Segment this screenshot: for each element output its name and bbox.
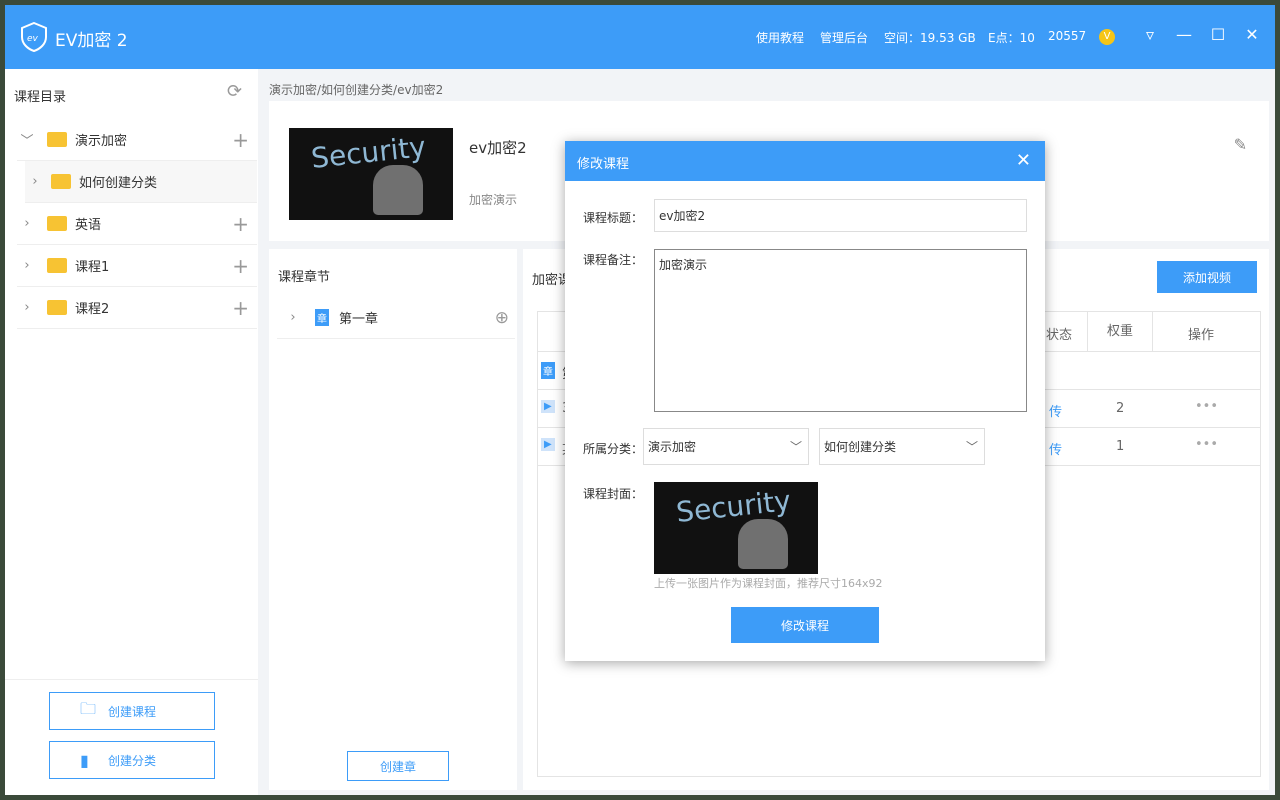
category-select-parent[interactable]: 演示加密 ﹀ <box>643 428 809 465</box>
folder-icon <box>47 216 67 231</box>
category-select-child[interactable]: 如何创建分类 ﹀ <box>819 428 985 465</box>
minimize-icon[interactable]: — <box>1174 25 1194 44</box>
chapter-badge: 章 <box>315 309 329 326</box>
chevron-right-icon[interactable]: › <box>283 310 303 325</box>
app-title: EV加密 2 <box>55 31 128 51</box>
refresh-icon[interactable]: ⟳ <box>227 81 242 102</box>
close-icon[interactable]: ✕ <box>1016 150 1031 171</box>
title-label: 课程标题： <box>583 211 644 225</box>
course-note: 加密演示 <box>469 193 518 207</box>
folder-icon <box>47 300 67 315</box>
chapters-panel: 课程章节 › 章 第一章 ⊕ 创建章 <box>269 249 517 790</box>
title-bar: ev EV加密 2 使用教程 管理后台 空间：19.53 GB E点：10 20… <box>5 5 1275 69</box>
submit-edit-course-button[interactable]: 修改课程 <box>731 607 879 643</box>
chapters-title: 课程章节 <box>278 270 331 285</box>
book-icon: ▮ <box>80 750 89 770</box>
cover-upload-image[interactable]: Security <box>654 482 818 574</box>
button-label: 创建课程 <box>107 704 156 719</box>
tree-label: 课程1 <box>75 260 110 275</box>
dropdown-menu-icon[interactable]: ▿ <box>1140 25 1160 44</box>
add-icon[interactable]: + <box>232 128 249 152</box>
chevron-down-icon: ﹀ <box>965 440 978 454</box>
folder-outline-icon: 🗀 <box>80 698 97 718</box>
select-value: 如何创建分类 <box>824 440 897 454</box>
folder-icon <box>47 258 67 273</box>
chapter-item[interactable]: › 章 第一章 ⊕ <box>277 297 515 339</box>
course-title: ev加密2 <box>469 139 527 157</box>
course-title-input[interactable]: ev加密2 <box>654 199 1027 232</box>
space-info: 空间：19.53 GB <box>884 31 976 45</box>
sidebar: 课程目录 ⟳ ﹀ 演示加密 + › 如何创建分类 › 英语 + › 课程1 + › 课程2 + 🗀… <box>5 69 258 795</box>
svg-text:ev: ev <box>27 34 39 44</box>
tree-label: 课程2 <box>75 302 110 317</box>
chevron-right-icon[interactable]: › <box>17 216 37 231</box>
video-icon: ▶ <box>541 400 555 413</box>
close-icon[interactable]: ✕ <box>1242 25 1262 44</box>
add-icon[interactable]: + <box>232 212 249 236</box>
edit-course-dialog: 修改课程 ✕ 课程标题： ev加密2 课程备注： 加密演示 所属分类： 演示加密 ﹀… <box>565 141 1045 661</box>
row-status[interactable]: 传 <box>1049 401 1062 420</box>
sidebar-title: 课程目录 <box>14 90 67 105</box>
cover-label: 课程封面： <box>583 487 644 501</box>
create-chapter-button[interactable]: 创建章 <box>347 751 449 781</box>
shield-logo-icon: ev <box>21 22 47 52</box>
breadcrumb: 演示加密/如何创建分类/ev加密2 <box>269 83 444 97</box>
user-id: 20557 <box>1048 29 1087 43</box>
dialog-header: 修改课程 ✕ <box>565 141 1045 181</box>
video-icon: ▶ <box>541 438 555 451</box>
chevron-right-icon[interactable]: › <box>25 174 45 189</box>
maximize-icon[interactable]: ☐ <box>1208 25 1228 44</box>
chapter-badge: 章 <box>541 362 555 379</box>
e-points: E点：10 <box>988 31 1035 45</box>
category-label: 所属分类： <box>583 442 644 456</box>
chevron-right-icon[interactable]: › <box>17 258 37 273</box>
more-icon[interactable]: ••• <box>1195 399 1218 414</box>
cover-hint: 上传一张图片作为课程封面，推荐尺寸164x92 <box>654 577 883 590</box>
edit-icon[interactable]: ✎ <box>1234 135 1247 154</box>
tree-item-course2[interactable]: › 课程2 + <box>17 287 257 329</box>
tree-item-demo[interactable]: ﹀ 演示加密 + <box>17 119 257 161</box>
tree-label: 英语 <box>75 218 102 233</box>
create-course-button[interactable]: 🗀 创建课程 <box>49 692 215 730</box>
column-actions: 操作 <box>1188 328 1215 343</box>
row-weight: 2 <box>1116 401 1125 416</box>
tree-item-create-category[interactable]: › 如何创建分类 <box>25 161 257 203</box>
column-status: 状态 <box>1046 328 1073 343</box>
add-circle-icon[interactable]: ⊕ <box>495 308 509 328</box>
tutorial-link[interactable]: 使用教程 <box>756 29 804 46</box>
chevron-down-icon[interactable]: ﹀ <box>17 130 37 149</box>
folder-open-icon <box>51 174 71 189</box>
tree-label: 如何创建分类 <box>79 176 158 191</box>
more-icon[interactable]: ••• <box>1195 437 1218 452</box>
chevron-down-icon: ﹀ <box>789 440 802 454</box>
chevron-right-icon[interactable]: › <box>17 300 37 315</box>
vip-coin-icon[interactable]: V <box>1099 29 1115 45</box>
course-cover-image: Security <box>289 128 453 220</box>
note-label: 课程备注： <box>583 253 644 267</box>
button-label: 创建分类 <box>107 753 156 768</box>
row-status[interactable]: 传 <box>1049 439 1062 458</box>
chapter-label: 第一章 <box>339 312 379 327</box>
dialog-title: 修改课程 <box>577 157 630 172</box>
row-weight: 1 <box>1116 439 1125 454</box>
folder-icon <box>47 132 67 147</box>
tree-item-english[interactable]: › 英语 + <box>17 203 257 245</box>
admin-link[interactable]: 管理后台 <box>820 29 868 46</box>
column-weight: 权重 <box>1087 312 1153 352</box>
select-value: 演示加密 <box>648 440 697 454</box>
add-icon[interactable]: + <box>232 296 249 320</box>
divider <box>5 679 258 680</box>
tree-label: 演示加密 <box>75 134 128 149</box>
create-category-button[interactable]: ▮ 创建分类 <box>49 741 215 779</box>
add-icon[interactable]: + <box>232 254 249 278</box>
course-note-textarea[interactable]: 加密演示 <box>654 249 1027 412</box>
tree-item-course1[interactable]: › 课程1 + <box>17 245 257 287</box>
add-video-button[interactable]: 添加视频 <box>1157 261 1257 293</box>
